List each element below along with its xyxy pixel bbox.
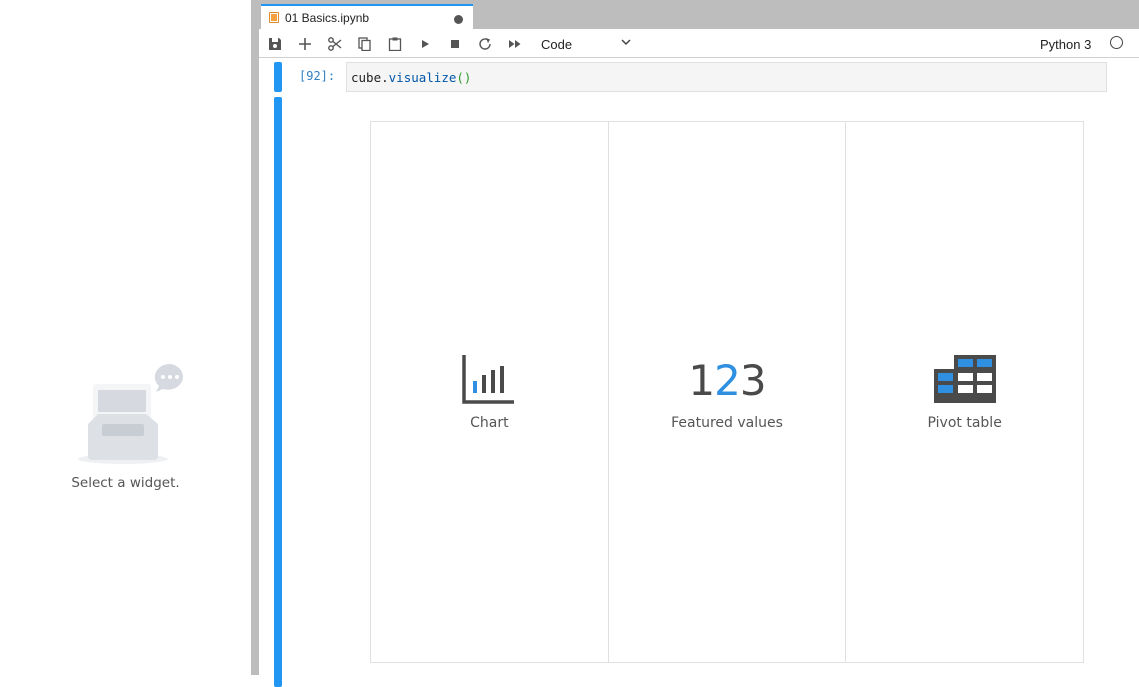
cut-icon bbox=[328, 37, 342, 51]
code-editor[interactable]: cube.visualize() bbox=[346, 62, 1107, 92]
widget-option-label: Featured values bbox=[671, 415, 783, 431]
cell-type-select[interactable]: Code bbox=[541, 35, 631, 53]
code-parens: () bbox=[456, 70, 472, 85]
restart-icon bbox=[479, 38, 491, 50]
notebook-toolbar: Code Python 3 bbox=[259, 29, 1139, 58]
cut-button[interactable] bbox=[325, 34, 345, 54]
paste-icon bbox=[388, 37, 402, 51]
add-icon bbox=[299, 38, 311, 50]
notebook-panel: 01 Basics.ipynb Code Python 3 [92]: cube… bbox=[259, 0, 1139, 687]
code-object: cube bbox=[351, 70, 382, 85]
insert-cell-button[interactable] bbox=[295, 34, 315, 54]
save-button[interactable] bbox=[265, 34, 285, 54]
widget-option-label: Pivot table bbox=[927, 415, 1002, 431]
kernel-name[interactable]: Python 3 bbox=[1040, 37, 1091, 52]
cell-type-value: Code bbox=[541, 36, 573, 52]
widget-picker: Chart 123 Featured values Pivot table bbox=[370, 121, 1084, 663]
run-button[interactable] bbox=[415, 34, 435, 54]
tab-bar: 01 Basics.ipynb bbox=[259, 0, 1139, 29]
run-icon bbox=[422, 40, 429, 48]
notebook-icon bbox=[269, 12, 279, 23]
widget-option-pivot-table[interactable]: Pivot table bbox=[846, 122, 1083, 662]
pivot-table-icon bbox=[933, 355, 996, 403]
notebook-content: [92]: cube.visualize() Chart 123 Feature… bbox=[259, 58, 1139, 687]
fast-forward-icon bbox=[509, 40, 521, 48]
code-dot: . bbox=[381, 70, 389, 85]
stop-icon bbox=[451, 40, 459, 48]
input-prompt: [92]: bbox=[299, 69, 336, 83]
copy-button[interactable] bbox=[355, 34, 375, 54]
cell-collapser[interactable] bbox=[274, 62, 282, 92]
widget-option-chart[interactable]: Chart bbox=[371, 122, 609, 662]
panel-splitter[interactable] bbox=[251, 0, 259, 675]
digit: 3 bbox=[739, 356, 767, 405]
paste-button[interactable] bbox=[385, 34, 405, 54]
code-method: visualize bbox=[388, 70, 457, 85]
featured-values-icon: 123 bbox=[609, 358, 846, 404]
widget-sidebar: Select a widget. bbox=[0, 0, 251, 675]
run-all-button[interactable] bbox=[505, 34, 525, 54]
widget-option-featured-values[interactable]: 123 Featured values bbox=[609, 122, 847, 662]
stop-button[interactable] bbox=[445, 34, 465, 54]
digit: 1 bbox=[688, 356, 715, 405]
copy-icon bbox=[358, 37, 371, 51]
tab-label: 01 Basics.ipynb bbox=[285, 10, 370, 25]
bar-chart-icon bbox=[462, 355, 515, 404]
unsaved-indicator-icon[interactable] bbox=[454, 15, 463, 24]
tab-notebook[interactable]: 01 Basics.ipynb bbox=[261, 4, 473, 29]
output-collapser[interactable] bbox=[274, 97, 282, 687]
empty-message: Select a widget. bbox=[71, 475, 180, 491]
save-icon bbox=[269, 38, 281, 50]
kernel-status-icon bbox=[1110, 36, 1123, 49]
widget-option-label: Chart bbox=[470, 415, 509, 431]
empty-inbox-illustration bbox=[78, 363, 183, 464]
chevron-down-icon bbox=[621, 39, 631, 46]
digit-highlight: 2 bbox=[714, 356, 741, 405]
restart-button[interactable] bbox=[475, 34, 495, 54]
